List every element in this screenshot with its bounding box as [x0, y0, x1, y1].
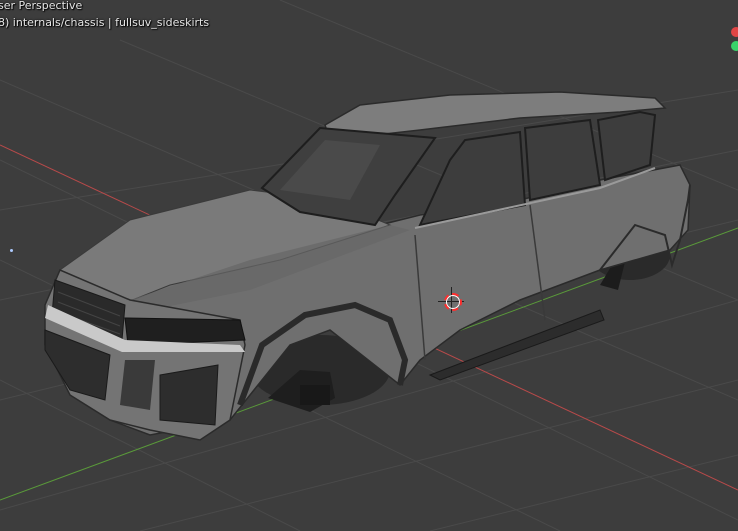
car-model[interactable] — [44, 91, 691, 441]
gizmo-x-axis-icon[interactable] — [731, 27, 738, 37]
gizmo-y-axis-icon[interactable] — [731, 41, 738, 51]
viewport-scene[interactable] — [0, 0, 738, 531]
3d-viewport[interactable]: ser Perspective 8) internals/chassis | f… — [0, 0, 738, 531]
3d-cursor-icon[interactable] — [438, 287, 465, 314]
light-object-icon[interactable] — [10, 249, 13, 252]
view-title: ser Perspective — [0, 0, 83, 12]
active-object-info: 8) internals/chassis | fullsuv_sideskirt… — [0, 16, 210, 29]
